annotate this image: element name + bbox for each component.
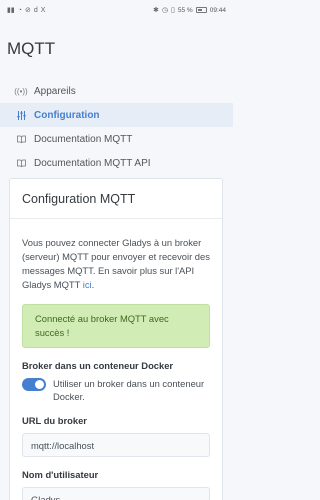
x-icon: X [40, 6, 46, 14]
card-body: Vous pouvez connecter Gladys à un broker… [10, 219, 222, 500]
battery-icon [195, 7, 207, 13]
intro-link[interactable]: ici [83, 279, 92, 290]
status-time: 09:44 [209, 6, 226, 14]
battery-percent: 55 % [177, 6, 193, 14]
docker-label: Broker dans un conteneur Docker [22, 360, 174, 371]
book-icon [16, 159, 26, 167]
card-title: Configuration MQTT [10, 179, 222, 219]
success-alert: Connecté au broker MQTT avec succès ! [22, 304, 210, 348]
wifi-icon: ◔ [17, 6, 22, 14]
nav-item-appareils[interactable]: ((•)) Appareils [0, 79, 233, 103]
vibrate-icon: ▯ [171, 6, 175, 14]
docker-toggle[interactable] [22, 378, 46, 391]
nav-item-label: Configuration [34, 109, 100, 121]
url-label: URL du broker [22, 415, 87, 426]
configuration-card: Configuration MQTT Vous pouvez connecter… [9, 178, 223, 500]
page-title: MQTT [7, 39, 56, 58]
signal-icon: ⊘ [24, 6, 31, 14]
sliders-icon [16, 110, 26, 120]
username-input[interactable]: Gladys [22, 487, 210, 500]
docker-toggle-text: Utiliser un broker dans un conteneur Doc… [53, 378, 205, 402]
nav-item-label: Documentation MQTT [34, 133, 133, 145]
intro-text-end: . [91, 279, 95, 290]
d-icon: d [33, 6, 38, 14]
username-label: Nom d'utilisateur [22, 469, 99, 480]
intro-text: Vous pouvez connecter Gladys à un broker… [22, 236, 210, 292]
intro-text-body: Vous pouvez connecter Gladys à un broker… [22, 237, 210, 290]
network-bars-icon: ▮▮ [7, 6, 15, 14]
status-bar: ▮▮ ◔ ⊘ d X ✱ ◷ ▯ 55 % 09:44 [0, 0, 233, 20]
nav-item-configuration[interactable]: Configuration [0, 103, 233, 127]
nav-item-documentation-mqtt[interactable]: Documentation MQTT [0, 127, 233, 151]
url-input[interactable]: mqtt://localhost [22, 433, 210, 457]
bluetooth-icon: ✱ [153, 6, 159, 14]
status-right: ✱ ◷ ▯ 55 % 09:44 [153, 7, 226, 14]
docker-toggle-row: Utiliser un broker dans un conteneur Doc… [22, 377, 210, 403]
book-icon [16, 135, 26, 143]
sidebar-nav: ((•)) Appareils Configuration Documentat… [0, 79, 233, 175]
nav-item-label: Appareils [34, 85, 76, 97]
nav-item-documentation-mqtt-api[interactable]: Documentation MQTT API [0, 151, 233, 175]
alarm-icon: ◷ [161, 6, 169, 14]
status-left: ▮▮ ◔ ⊘ d X [7, 7, 45, 14]
broadcast-icon: ((•)) [14, 86, 28, 96]
nav-item-label: Documentation MQTT API [34, 157, 151, 169]
